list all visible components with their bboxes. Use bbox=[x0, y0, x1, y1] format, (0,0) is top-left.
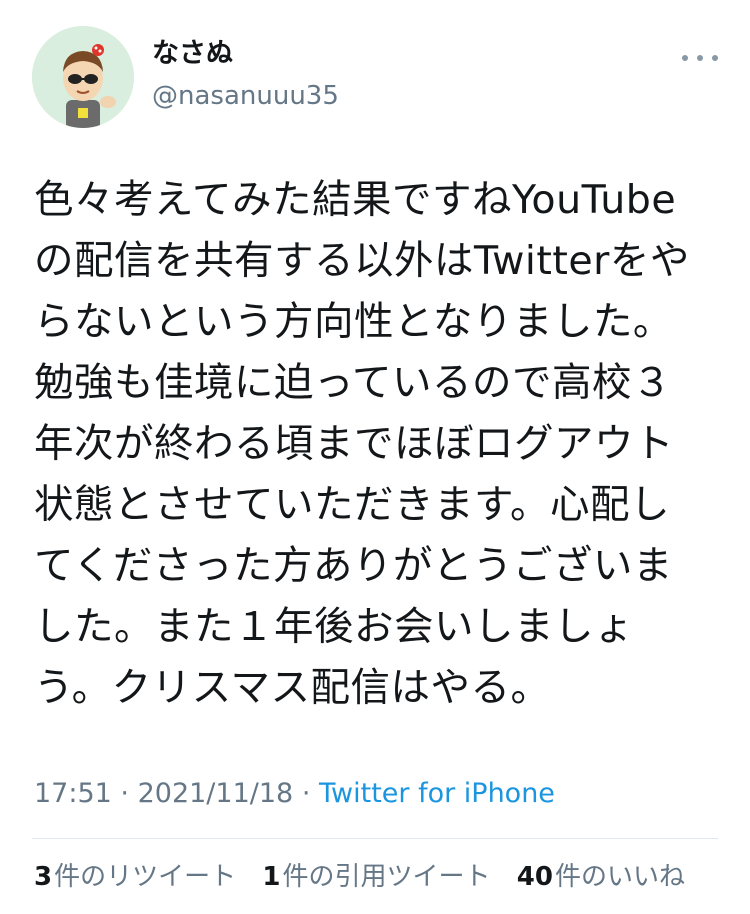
avatar[interactable] bbox=[32, 26, 134, 128]
tweet-line: 色々考えてみた結果ですねYouTube bbox=[34, 177, 677, 223]
separator: · bbox=[120, 778, 129, 809]
dot bbox=[697, 55, 703, 61]
retweets-count: 3 bbox=[34, 862, 53, 892]
tweet-line: らないという方向性となりました。 bbox=[34, 299, 673, 345]
tweet-card: なさぬ @nasanuuu35 色々考えてみた結果ですねYouTube の配信を… bbox=[0, 0, 750, 914]
tweet-date[interactable]: 2021/11/18 bbox=[138, 778, 294, 809]
tweet-stats: 3件のリツイート 1件の引用ツイート 40件のいいね bbox=[34, 864, 703, 890]
tweet-line: う。クリスマス配信はやる。 bbox=[34, 665, 551, 711]
tweet-line: の配信を共有する以外はTwitterをや bbox=[34, 238, 690, 284]
tweet-line: 年次が終わる頃までほぼログアウト bbox=[34, 421, 674, 467]
tweet-line: てくださった方ありがとうございま bbox=[34, 543, 673, 589]
dot bbox=[712, 55, 718, 61]
tweet-line: 状態とさせていただきます。心配し bbox=[34, 482, 671, 528]
retweets-label: 件のリツイート bbox=[54, 862, 237, 892]
dot bbox=[682, 55, 688, 61]
likes-stat[interactable]: 40件のいいね bbox=[517, 864, 685, 890]
tweet-line: 勉強も佳境に迫っているので高校３ bbox=[34, 360, 673, 406]
likes-label: 件のいいね bbox=[554, 862, 685, 892]
tweet-meta: 17:51 · 2021/11/18 · Twitter for iPhone bbox=[34, 780, 555, 807]
tweet-time[interactable]: 17:51 bbox=[34, 778, 112, 809]
tweet-text: 色々考えてみた結果ですねYouTube の配信を共有する以外はTwitterをや… bbox=[34, 170, 724, 719]
divider bbox=[32, 838, 718, 839]
tweet-source-link[interactable]: Twitter for iPhone bbox=[319, 778, 555, 809]
display-name[interactable]: なさぬ bbox=[152, 40, 233, 67]
tweet-line: した。また１年後お会いしましょ bbox=[34, 604, 634, 650]
avatar-image bbox=[32, 26, 134, 128]
more-options-icon[interactable] bbox=[682, 50, 718, 66]
separator: · bbox=[301, 778, 311, 809]
quotes-label: 件の引用ツイート bbox=[282, 862, 491, 892]
user-handle[interactable]: @nasanuuu35 bbox=[152, 83, 339, 109]
likes-count: 40 bbox=[516, 862, 553, 892]
quotes-stat[interactable]: 1件の引用ツイート bbox=[262, 864, 490, 890]
retweets-stat[interactable]: 3件のリツイート bbox=[34, 864, 236, 890]
quotes-count: 1 bbox=[262, 862, 281, 892]
